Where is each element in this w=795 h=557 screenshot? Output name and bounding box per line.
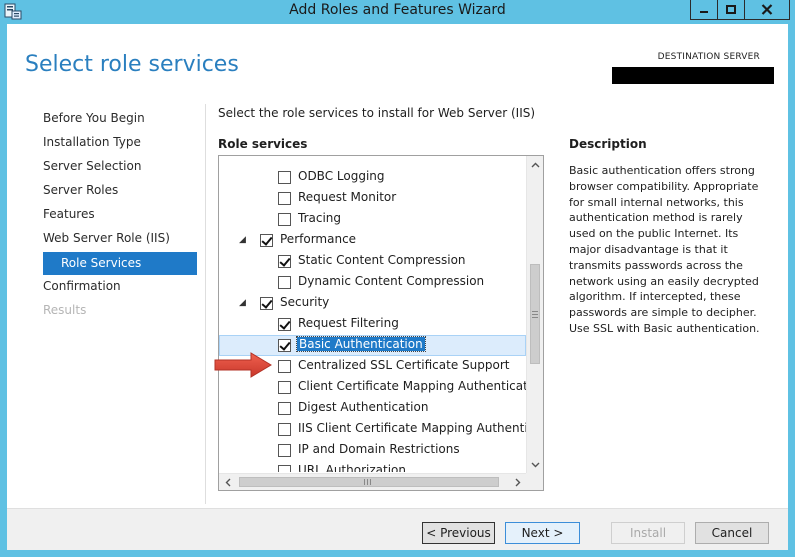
- role-services-header: Role services: [218, 137, 308, 151]
- next-button[interactable]: Next >: [505, 522, 580, 544]
- checkbox-digest-authentication[interactable]: [278, 402, 291, 415]
- checkbox-request-filtering[interactable]: [278, 318, 291, 331]
- minimize-button[interactable]: [690, 0, 717, 20]
- checkbox-static-content-compression[interactable]: [278, 255, 291, 268]
- chevron-up-icon: [531, 162, 540, 167]
- tree-row-digest-authentication[interactable]: Digest Authentication: [219, 398, 526, 419]
- checkbox-performance[interactable]: [260, 234, 273, 247]
- window-frame: Add Roles and Features Wizard Select rol…: [0, 0, 795, 557]
- nav-item-results: Results: [43, 303, 87, 317]
- checkbox-security[interactable]: [260, 297, 273, 310]
- tree-row-label: Performance: [280, 232, 357, 246]
- scroll-left-button[interactable]: [219, 474, 236, 490]
- tree-row-client-cert-mapping[interactable]: Client Certificate Mapping Authenticatio…: [219, 377, 526, 398]
- page-title: Select role services: [25, 52, 239, 77]
- role-services-tree[interactable]: ODBC Logging Request Monitor Tracing ◢ P…: [218, 155, 544, 491]
- chevron-right-icon: [515, 478, 520, 487]
- tree-row-label: IP and Domain Restrictions: [298, 442, 460, 456]
- checkbox-url-authorization[interactable]: [278, 465, 291, 472]
- chevron-left-icon: [225, 478, 230, 487]
- tree-row-iis-client-cert-mapping[interactable]: IIS Client Certificate Mapping Authentic…: [219, 419, 526, 440]
- grip-icon: [364, 479, 373, 485]
- checkbox-iis-client-cert-mapping[interactable]: [278, 423, 291, 436]
- tree-row-security[interactable]: ◢ Security: [219, 293, 526, 314]
- collapse-triangle-icon[interactable]: ◢: [239, 235, 249, 245]
- scroll-down-button[interactable]: [527, 456, 543, 473]
- nav-divider: [205, 104, 206, 504]
- tree-row-url-authorization[interactable]: URL Authorization: [219, 461, 526, 472]
- tree-row-request-monitor[interactable]: Request Monitor: [219, 188, 526, 209]
- nav-item-before-you-begin[interactable]: Before You Begin: [43, 108, 197, 132]
- horizontal-scroll-thumb[interactable]: [239, 477, 499, 487]
- title-bar[interactable]: Add Roles and Features Wizard: [0, 0, 795, 24]
- destination-server-value-redacted: [612, 67, 774, 84]
- tree-row-odbc-logging[interactable]: ODBC Logging: [219, 167, 526, 188]
- red-arrow-annotation-icon: [214, 352, 272, 378]
- cancel-button[interactable]: Cancel: [695, 522, 769, 544]
- checkbox-request-monitor[interactable]: [278, 192, 291, 205]
- window-controls: [690, 0, 790, 20]
- tree-row-label: Request Monitor: [298, 190, 397, 204]
- checkbox-centralized-ssl[interactable]: [278, 360, 291, 373]
- close-button[interactable]: [744, 0, 790, 20]
- tree-row-dynamic-content-compression[interactable]: Dynamic Content Compression: [219, 272, 526, 293]
- tree-row-label: Request Filtering: [298, 316, 399, 330]
- tree-row-label: Centralized SSL Certificate Support: [298, 358, 510, 372]
- maximize-icon: [726, 4, 736, 14]
- tree-row-static-content-compression[interactable]: Static Content Compression: [219, 251, 526, 272]
- maximize-button[interactable]: [717, 0, 744, 20]
- nav-item-features[interactable]: Features: [43, 204, 197, 228]
- checkbox-basic-authentication[interactable]: [278, 339, 291, 352]
- nav-item-confirmation[interactable]: Confirmation: [43, 276, 197, 300]
- tree-row-ip-domain-restrictions[interactable]: IP and Domain Restrictions: [219, 440, 526, 461]
- wizard-nav: Before You Begin Installation Type Serve…: [43, 108, 197, 324]
- tree-row-label: Client Certificate Mapping Authenticatio…: [298, 379, 526, 393]
- chevron-down-icon: [531, 462, 540, 467]
- wizard-client-area: Select role services DESTINATION SERVER …: [7, 24, 788, 550]
- description-text: Basic authentication offers strong brows…: [569, 164, 760, 335]
- checkbox-tracing[interactable]: [278, 213, 291, 226]
- destination-server-label: DESTINATION SERVER: [657, 52, 760, 62]
- tree-row-request-filtering[interactable]: Request Filtering: [219, 314, 526, 335]
- install-button: Install: [611, 522, 685, 544]
- minimize-icon: [700, 10, 708, 13]
- previous-button[interactable]: < Previous: [422, 522, 495, 544]
- tree-row-performance[interactable]: ◢ Performance: [219, 230, 526, 251]
- tree-row-label: IIS Client Certificate Mapping Authentic…: [298, 421, 526, 435]
- tree-row-label: URL Authorization: [298, 463, 406, 472]
- vertical-scroll-thumb[interactable]: [530, 264, 540, 364]
- tree-row-label: ODBC Logging: [298, 169, 385, 183]
- instruction-text: Select the role services to install for …: [218, 106, 536, 120]
- window-title: Add Roles and Features Wizard: [289, 2, 506, 18]
- grip-icon: [532, 311, 538, 320]
- tree-row-label: Tracing: [298, 211, 342, 225]
- description-header: Description: [569, 137, 647, 151]
- checkbox-odbc-logging[interactable]: [278, 171, 291, 184]
- collapse-triangle-icon[interactable]: ◢: [239, 298, 249, 308]
- scroll-right-button[interactable]: [509, 474, 526, 490]
- nav-item-server-roles[interactable]: Server Roles: [43, 180, 197, 204]
- nav-item-role-services[interactable]: Role Services: [43, 252, 197, 275]
- checkbox-client-cert-mapping[interactable]: [278, 381, 291, 394]
- tree-row-label: Digest Authentication: [298, 400, 429, 414]
- close-icon: [761, 4, 773, 15]
- scrollbar-corner: [526, 473, 543, 490]
- tree-row-label: Security: [280, 295, 330, 309]
- horizontal-scrollbar[interactable]: [219, 473, 526, 490]
- tree-viewport: ODBC Logging Request Monitor Tracing ◢ P…: [219, 167, 526, 472]
- nav-item-installation-type[interactable]: Installation Type: [43, 132, 197, 156]
- checkbox-ip-domain-restrictions[interactable]: [278, 444, 291, 457]
- nav-item-server-selection[interactable]: Server Selection: [43, 156, 197, 180]
- tree-row-label: Basic Authentication: [296, 336, 426, 352]
- tree-row-label: Static Content Compression: [298, 253, 466, 267]
- tree-row-tracing[interactable]: Tracing: [219, 209, 526, 230]
- scroll-up-button[interactable]: [527, 156, 543, 173]
- vertical-scrollbar[interactable]: [526, 156, 543, 473]
- checkbox-dynamic-content-compression[interactable]: [278, 276, 291, 289]
- nav-item-web-server-role[interactable]: Web Server Role (IIS): [43, 228, 197, 252]
- tree-row-label: Dynamic Content Compression: [298, 274, 485, 288]
